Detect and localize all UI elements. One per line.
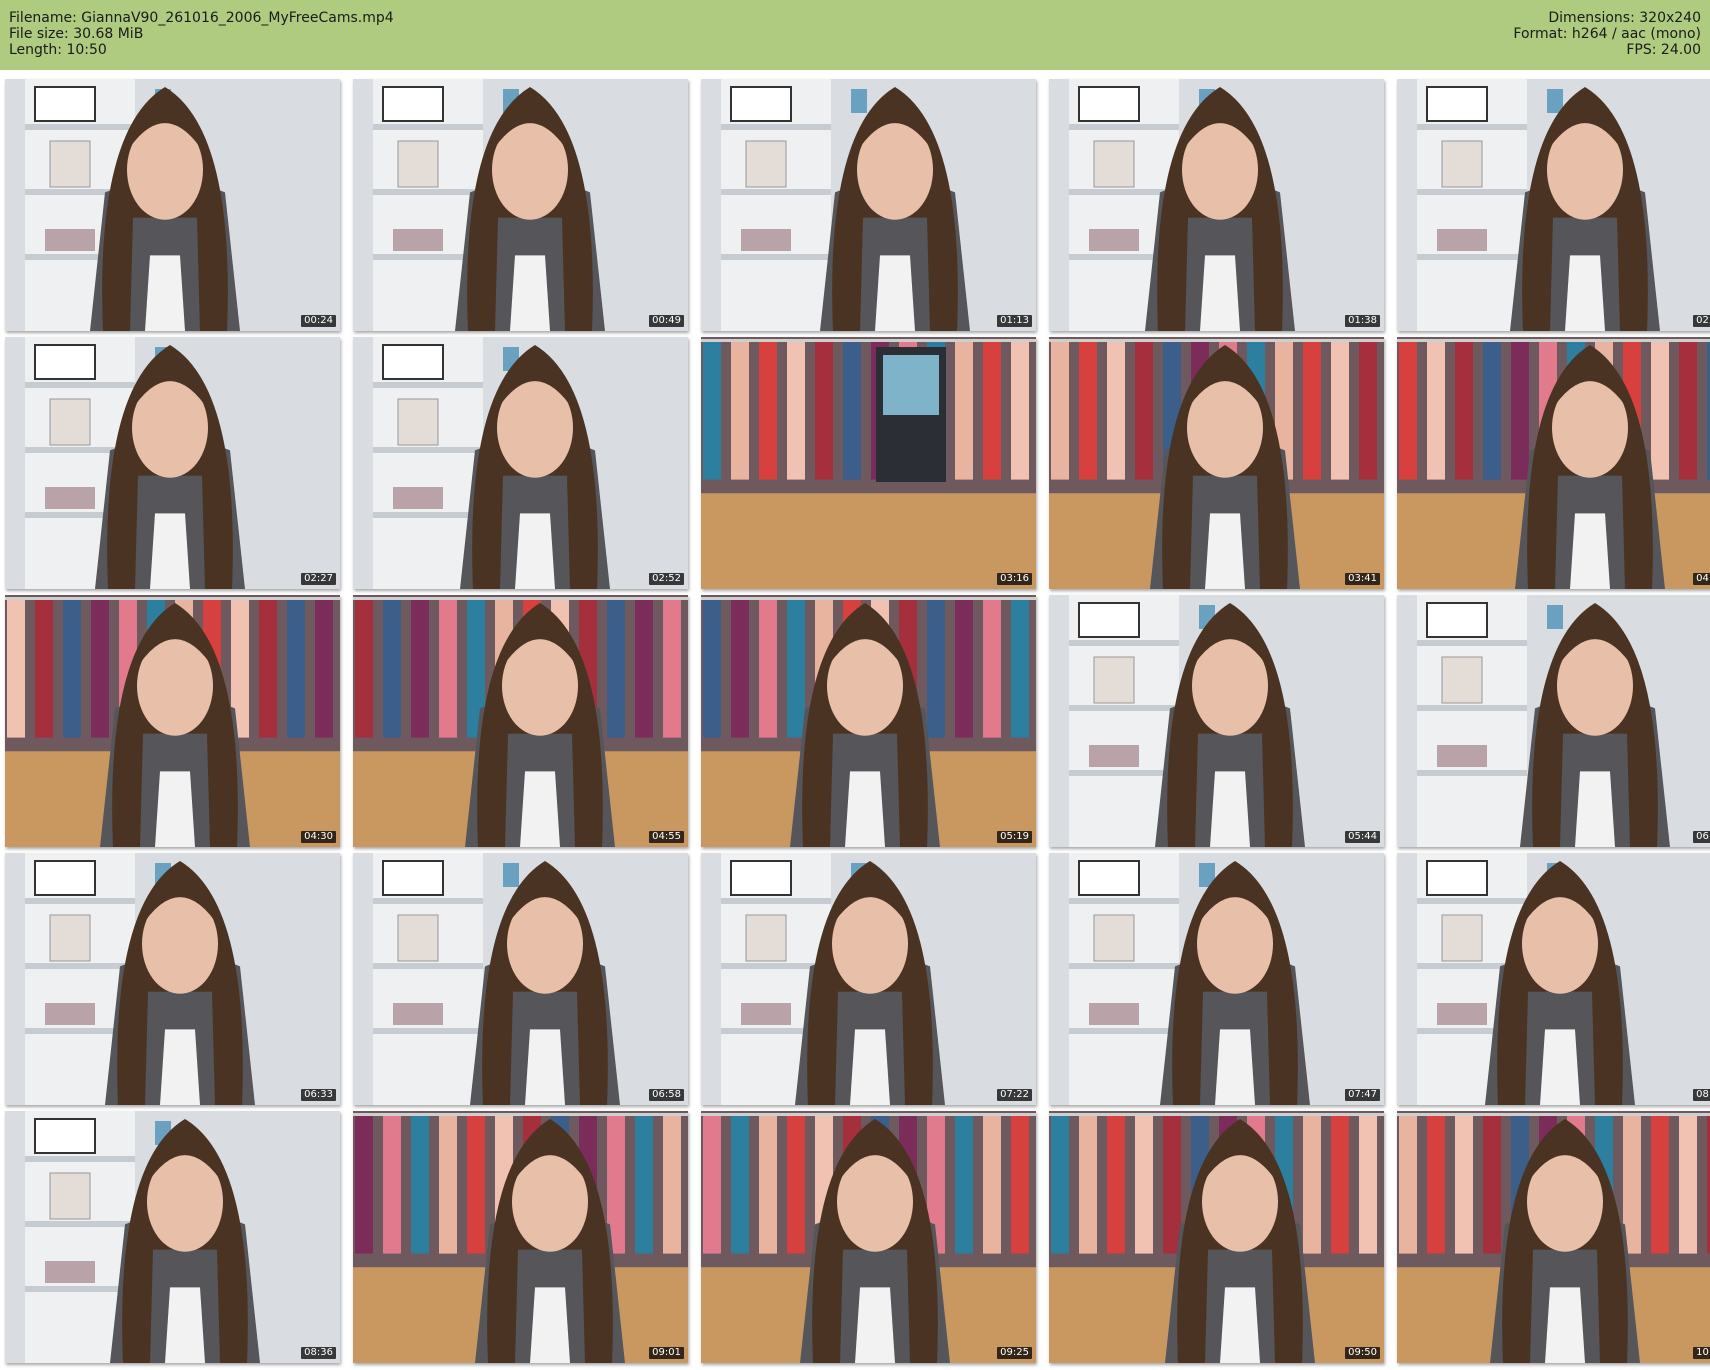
video-thumbnail: 02:27 — [5, 337, 340, 589]
video-thumbnail: 10:14 — [1397, 1111, 1710, 1363]
video-thumbnail: 09:50 — [1049, 1111, 1384, 1363]
dimensions-label: Dimensions: 320x240 — [1548, 10, 1701, 26]
video-frame-thumbnail — [1397, 853, 1710, 1105]
video-frame-thumbnail — [353, 1111, 688, 1363]
video-frame-thumbnail — [1049, 79, 1384, 331]
video-frame-thumbnail — [353, 79, 688, 331]
video-frame-thumbnail — [5, 853, 340, 1105]
video-thumbnail: 06:33 — [5, 853, 340, 1105]
file-info-left: Filename: GiannaV90_261016_2006_MyFreeCa… — [9, 10, 394, 58]
timestamp-label: 04:30 — [301, 831, 336, 843]
video-thumbnail: 08:36 — [5, 1111, 340, 1363]
video-thumbnail: 01:38 — [1049, 79, 1384, 331]
timestamp-label: 05:19 — [997, 831, 1032, 843]
timestamp-label: 00:49 — [649, 315, 684, 327]
video-frame-thumbnail — [1049, 595, 1384, 847]
timestamp-label: 06:58 — [649, 1089, 684, 1101]
timestamp-label: 07:22 — [997, 1089, 1032, 1101]
video-thumbnail: 00:24 — [5, 79, 340, 331]
timestamp-label: 00:24 — [301, 315, 336, 327]
timestamp-label: 09:50 — [1345, 1347, 1380, 1359]
video-frame-thumbnail — [1397, 1111, 1710, 1363]
video-frame-thumbnail — [1397, 337, 1710, 589]
timestamp-label: 05:44 — [1345, 831, 1380, 843]
video-thumbnail: 00:49 — [353, 79, 688, 331]
timestamp-label: 08:11 — [1693, 1089, 1710, 1101]
video-thumbnail: 04:55 — [353, 595, 688, 847]
video-thumbnail: 05:19 — [701, 595, 1036, 847]
timestamp-label: 06:08 — [1693, 831, 1710, 843]
timestamp-label: 08:36 — [301, 1347, 336, 1359]
video-frame-thumbnail — [701, 79, 1036, 331]
video-frame-thumbnail — [701, 1111, 1036, 1363]
video-frame-thumbnail — [1049, 853, 1384, 1105]
timestamp-label: 09:01 — [649, 1347, 684, 1359]
video-thumbnail: 04:30 — [5, 595, 340, 847]
timestamp-label: 01:13 — [997, 315, 1032, 327]
video-frame-thumbnail — [353, 853, 688, 1105]
video-frame-thumbnail — [1049, 1111, 1384, 1363]
timestamp-label: 10:14 — [1693, 1347, 1710, 1359]
timestamp-label: 09:25 — [997, 1347, 1032, 1359]
timestamp-label: 02:52 — [649, 573, 684, 585]
format-label: Format: h264 / aac (mono) — [1513, 26, 1701, 42]
video-frame-thumbnail — [701, 853, 1036, 1105]
video-thumbnail: 09:25 — [701, 1111, 1036, 1363]
video-thumbnail: 03:16 — [701, 337, 1036, 589]
video-frame-thumbnail — [5, 595, 340, 847]
timestamp-label: 03:41 — [1345, 573, 1380, 585]
file-info-right: Dimensions: 320x240 Format: h264 / aac (… — [1513, 10, 1701, 58]
video-frame-thumbnail — [353, 337, 688, 589]
video-thumbnail: 03:41 — [1049, 337, 1384, 589]
file-size-label: File size: 30.68 MiB — [9, 26, 144, 42]
video-thumbnail: 09:01 — [353, 1111, 688, 1363]
video-thumbnail: 06:58 — [353, 853, 688, 1105]
video-frame-thumbnail — [701, 595, 1036, 847]
video-thumbnail: 02:52 — [353, 337, 688, 589]
video-frame-thumbnail — [1397, 79, 1710, 331]
video-thumbnail: 05:44 — [1049, 595, 1384, 847]
length-label: Length: 10:50 — [9, 42, 107, 58]
video-frame-thumbnail — [1049, 337, 1384, 589]
video-thumbnail: 04:05 — [1397, 337, 1710, 589]
contact-sheet-header: Filename: GiannaV90_261016_2006_MyFreeCa… — [0, 0, 1710, 70]
video-thumbnail: 06:08 — [1397, 595, 1710, 847]
timestamp-label: 07:47 — [1345, 1089, 1380, 1101]
video-frame-thumbnail — [5, 337, 340, 589]
timestamp-label: 01:38 — [1345, 315, 1380, 327]
timestamp-label: 06:33 — [301, 1089, 336, 1101]
timestamp-label: 02:02 — [1693, 315, 1710, 327]
timestamp-label: 02:27 — [301, 573, 336, 585]
video-thumbnail: 07:47 — [1049, 853, 1384, 1105]
fps-label: FPS: 24.00 — [1626, 42, 1701, 58]
timestamp-label: 04:55 — [649, 831, 684, 843]
video-thumbnail: 02:02 — [1397, 79, 1710, 331]
video-frame-thumbnail — [1397, 595, 1710, 847]
video-thumbnail: 07:22 — [701, 853, 1036, 1105]
video-frame-thumbnail — [5, 1111, 340, 1363]
video-frame-thumbnail — [701, 337, 1036, 589]
video-thumbnail: 08:11 — [1397, 853, 1710, 1105]
thumbnail-grid: 00:24 00:49 01:13 01:38 02:02 02:27 02:52 03:16… — [0, 70, 1710, 1370]
timestamp-label: 04:05 — [1693, 573, 1710, 585]
timestamp-label: 03:16 — [997, 573, 1032, 585]
video-frame-thumbnail — [5, 79, 340, 331]
video-frame-thumbnail — [353, 595, 688, 847]
video-thumbnail: 01:13 — [701, 79, 1036, 331]
filename-label: Filename: GiannaV90_261016_2006_MyFreeCa… — [9, 10, 394, 26]
